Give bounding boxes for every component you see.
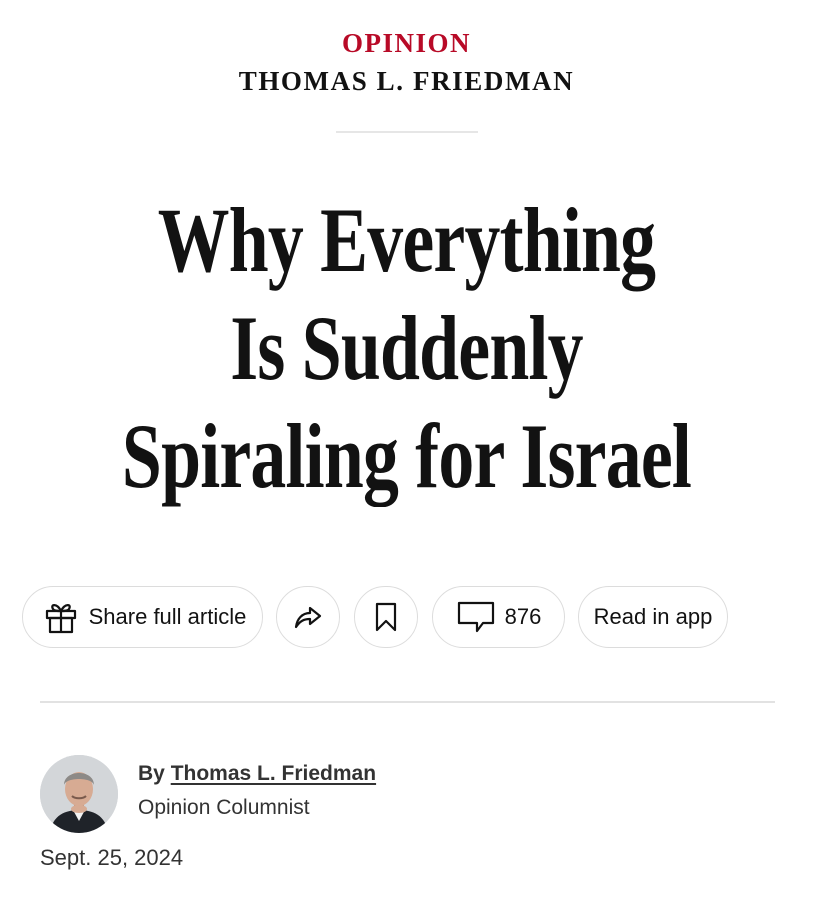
bookmark-icon — [373, 601, 399, 633]
divider-short — [336, 131, 478, 133]
author-link[interactable]: Thomas L. Friedman — [171, 762, 376, 785]
save-bookmark-button[interactable] — [354, 586, 418, 648]
gift-icon — [43, 599, 79, 635]
share-button[interactable] — [276, 586, 340, 648]
divider — [40, 701, 775, 703]
share-arrow-icon — [293, 602, 323, 632]
read-in-app-button[interactable]: Read in app — [578, 586, 728, 648]
comment-count: 876 — [504, 604, 542, 629]
headline-line-1: Why Everything — [157, 189, 656, 291]
byline: By Thomas L. Friedman — [138, 762, 376, 786]
comment-bubble-icon — [456, 600, 496, 634]
columnist-name[interactable]: THOMAS L. FRIEDMAN — [0, 66, 813, 97]
article-headline: Why Everything Is Suddenly Spiraling for… — [89, 186, 723, 510]
share-full-article-button[interactable]: Share full article — [22, 586, 263, 648]
share-full-article-label: Share full article — [88, 604, 247, 629]
headline-line-2: Is Suddenly — [230, 297, 583, 399]
comments-button[interactable]: 876 — [432, 586, 565, 648]
headline-line-3: Spiraling for Israel — [121, 405, 692, 507]
read-in-app-label: Read in app — [593, 604, 713, 629]
author-role: Opinion Columnist — [138, 796, 310, 819]
byline-prefix: By — [138, 762, 165, 785]
publish-date: Sept. 25, 2024 — [40, 845, 184, 870]
author-avatar[interactable] — [40, 755, 118, 833]
section-label[interactable]: OPINION — [0, 28, 813, 59]
